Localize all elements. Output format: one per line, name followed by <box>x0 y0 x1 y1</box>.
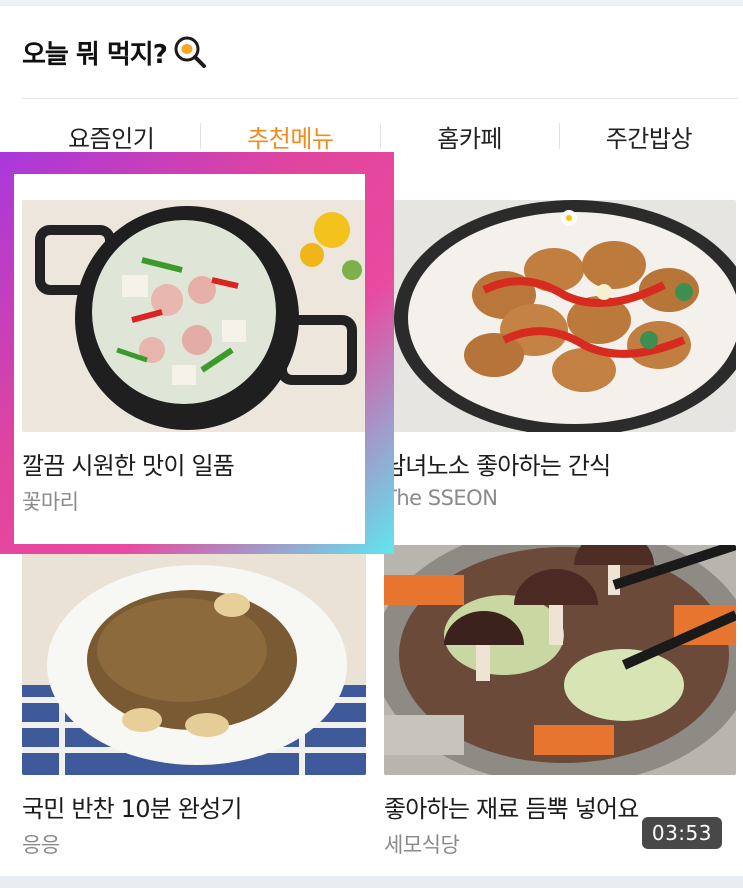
top-strip <box>0 0 743 6</box>
recipe-card-1[interactable]: 깔끔 시원한 맛이 일품 꽃마리 <box>22 200 366 520</box>
tab-weekly-table[interactable]: 주간밥상 <box>560 119 738 154</box>
recipe-card-4[interactable]: 03:53 좋아하는 재료 듬뿍 넣어요 세모식당 <box>384 545 736 865</box>
header-divider <box>22 98 738 99</box>
recipe-author: 세모식당 <box>384 833 460 857</box>
frying-pan-icon <box>174 36 206 68</box>
category-tabs: 요즘인기 추천메뉴 홈카페 주간밥상 <box>22 110 738 162</box>
video-duration-badge: 03:53 <box>641 817 722 849</box>
tab-home-cafe[interactable]: 홈카페 <box>381 119 559 154</box>
section-title: 오늘 뭐 먹지? <box>22 39 168 70</box>
recipe-thumbnail <box>22 545 366 775</box>
recipe-title: 깔끔 시원한 맛이 일품 <box>22 452 235 480</box>
recipe-author: 응응 <box>22 833 60 857</box>
tab-recommended[interactable]: 추천메뉴 <box>201 119 379 154</box>
recipe-title: 남녀노소 좋아하는 간식 <box>384 452 611 480</box>
bottom-strip <box>0 876 743 888</box>
recipe-card-3[interactable]: 국민 반찬 10분 완성기 응응 <box>22 545 366 865</box>
recipe-thumbnail <box>384 545 736 775</box>
recipe-thumbnail <box>22 200 366 432</box>
tab-popular[interactable]: 요즘인기 <box>22 119 200 154</box>
recipe-card-2[interactable]: 남녀노소 좋아하는 간식 The SSEON <box>384 200 736 520</box>
section-header: 오늘 뭐 먹지? <box>22 32 207 72</box>
recipe-title: 좋아하는 재료 듬뿍 넣어요 <box>384 795 639 823</box>
recipe-author: 꽃마리 <box>22 490 79 514</box>
recipe-thumbnail <box>384 200 736 432</box>
recipe-author: The SSEON <box>384 486 498 510</box>
recipe-title: 국민 반찬 10분 완성기 <box>22 795 242 823</box>
